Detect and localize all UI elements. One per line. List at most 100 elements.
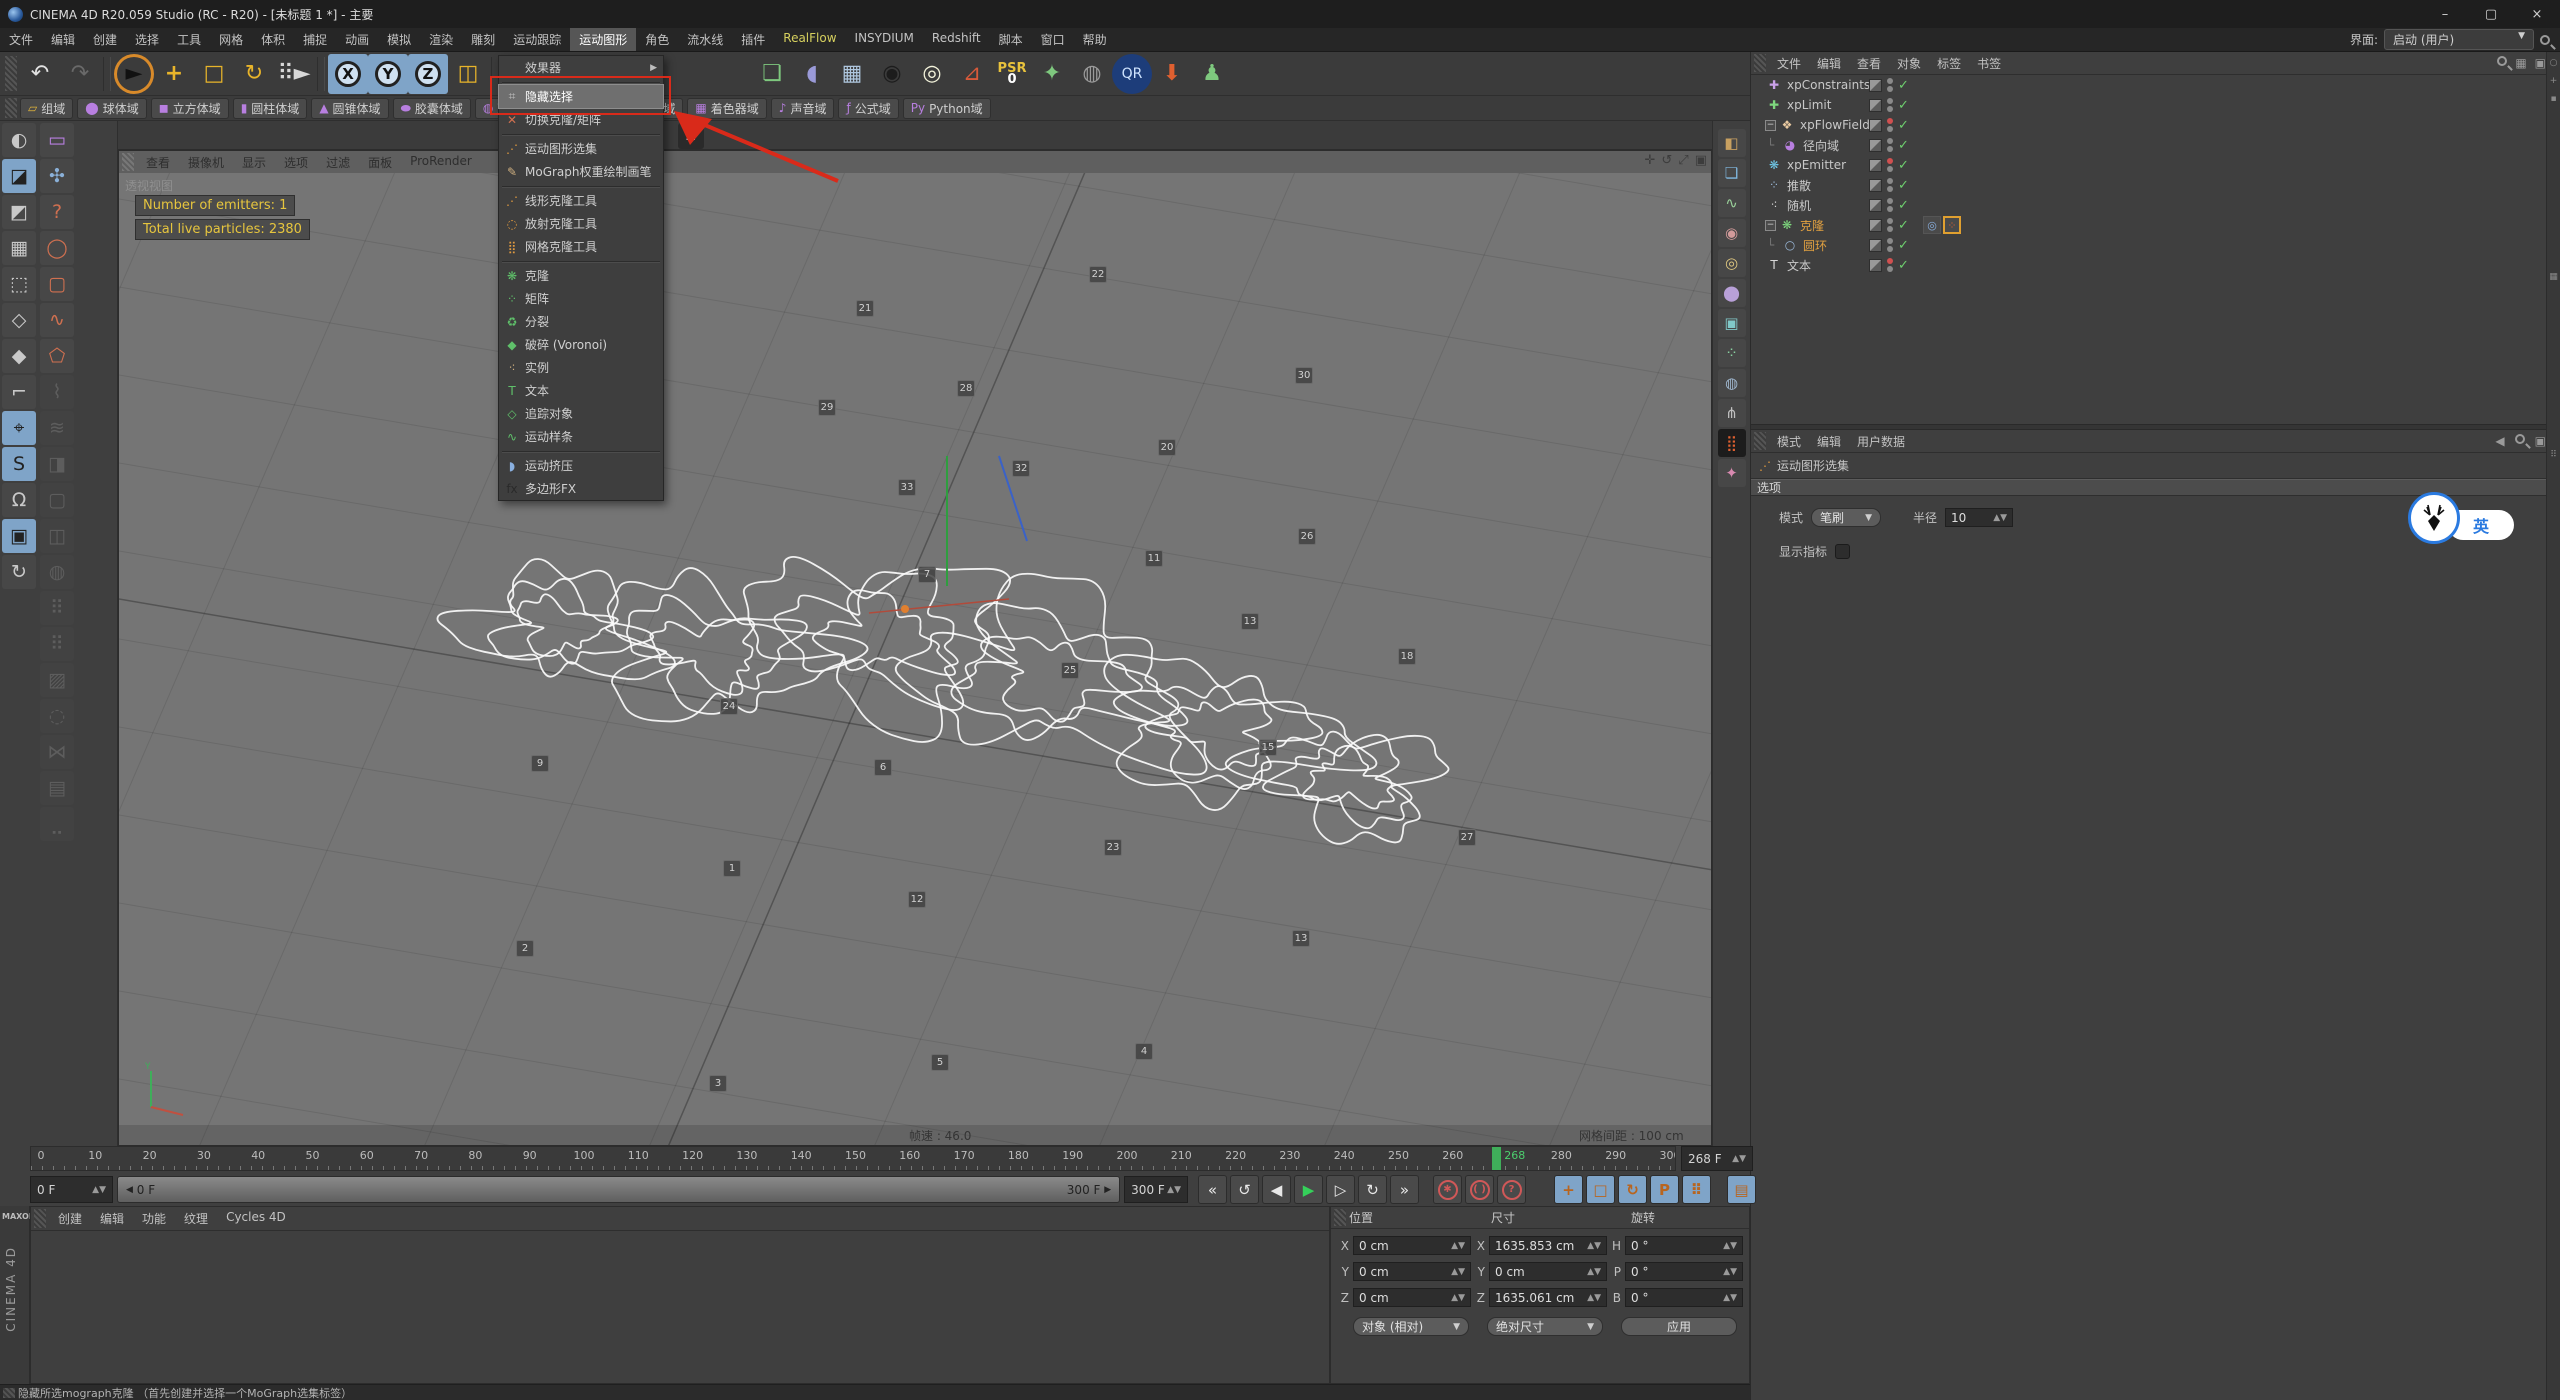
size-X-input[interactable]: 1635.853 cm▲▼ (1489, 1236, 1607, 1255)
object-row-克隆[interactable]: −❋克隆✓◎⁘ (1751, 215, 2560, 235)
object-row-xpLimit[interactable]: ✚xpLimit✓ (1751, 95, 2560, 115)
camera-icon[interactable]: ◉ (872, 54, 912, 94)
menu-radial-clone-tool[interactable]: ◌放射克隆工具 (499, 212, 663, 235)
viewport-menu-过滤[interactable]: 过滤 (317, 151, 359, 174)
keyframe-options-button[interactable]: ? (1497, 1175, 1526, 1204)
snap-magnet-icon[interactable]: Ω (2, 483, 36, 517)
menu-编辑[interactable]: 编辑 (42, 28, 84, 51)
enabled-check-icon[interactable]: ✓ (1898, 78, 1909, 93)
position-Y-input[interactable]: 0 cm▲▼ (1353, 1262, 1471, 1281)
sphere-field-button[interactable]: ⬤球体域 (77, 98, 146, 119)
om-menu-标签[interactable]: 标签 (1929, 52, 1969, 75)
object-row-圆环[interactable]: └○圆环✓ (1751, 235, 2560, 255)
scale-icon[interactable]: □ (194, 54, 234, 94)
record-keyframe-button[interactable]: ✱ (1433, 1175, 1462, 1204)
layer-icon[interactable] (1869, 259, 1882, 272)
menu-插件[interactable]: 插件 (732, 28, 774, 51)
am-search-icon[interactable] (2515, 434, 2525, 444)
coord-system-icon[interactable]: ◫ (448, 54, 488, 94)
fieldsbar-grip[interactable] (5, 98, 17, 117)
menu-matrix[interactable]: ⁘矩阵 (499, 287, 663, 310)
rotate-icon[interactable]: ↻ (234, 54, 274, 94)
menu-moextrude[interactable]: ◗运动挤压 (499, 454, 663, 477)
viewport-menu-查看[interactable]: 查看 (137, 151, 179, 174)
menu-tracer[interactable]: ◇追踪对象 (499, 402, 663, 425)
viewport-corner-icon-0[interactable]: ✛ (1644, 153, 1655, 168)
mode-dropdown[interactable]: 笔刷▼ (1811, 508, 1881, 527)
menu-角色[interactable]: 角色 (636, 28, 678, 51)
object-row-文本[interactable]: T文本✓ (1751, 255, 2560, 275)
mesh-tool-1-icon[interactable]: ⌇ (40, 375, 74, 409)
visibility-dot-render[interactable] (1887, 86, 1893, 92)
expander-icon[interactable]: − (1765, 220, 1776, 231)
viewport-corner-icon-1[interactable]: ↺ (1661, 153, 1672, 168)
palette-dynamics-icon[interactable]: ◍ (1718, 369, 1746, 397)
am-menu-模式[interactable]: 模式 (1769, 430, 1809, 453)
menu-网格[interactable]: 网格 (210, 28, 252, 51)
environment-floor-icon[interactable]: ▦ (832, 54, 872, 94)
points-mode-icon[interactable]: ⬚ (2, 267, 36, 301)
viewport-corner-icon-2[interactable]: ⤢ (1678, 153, 1688, 168)
position-Z-input[interactable]: 0 cm▲▼ (1353, 1288, 1471, 1307)
preview-range-slider[interactable]: ◀ 0 F300 F ▶ (117, 1176, 1120, 1203)
menu-帮助[interactable]: 帮助 (1074, 28, 1116, 51)
palette-mograph-icon[interactable]: ⁘ (1718, 339, 1746, 367)
visibility-dot-editor[interactable] (1887, 158, 1893, 164)
axis-mode-icon[interactable]: ⌐ (2, 375, 36, 409)
menu-polyfx[interactable]: fx多边形FX (499, 477, 663, 500)
goto-end-button[interactable]: » (1390, 1175, 1419, 1204)
position-X-input[interactable]: 0 cm▲▼ (1353, 1236, 1471, 1255)
geodesic-sphere-icon[interactable]: ◍ (1072, 54, 1112, 94)
layer-icon[interactable] (1869, 239, 1882, 252)
move-all-icon[interactable]: ✣ (40, 159, 74, 193)
strip-plus-icon[interactable]: + (2550, 76, 2558, 86)
visibility-dot-render[interactable] (1887, 166, 1893, 172)
size-Z-input[interactable]: 1635.061 cm▲▼ (1489, 1288, 1607, 1307)
object-row-xpConstraints[interactable]: ✚xpConstraints✓ (1751, 75, 2560, 95)
apply-button[interactable]: 应用 (1621, 1317, 1737, 1336)
size-mode-dropdown[interactable]: 绝对尺寸▼ (1487, 1317, 1603, 1336)
timeline-ruler[interactable]: 0102030405060708090100110120130140150160… (30, 1146, 1676, 1171)
menu-窗口[interactable]: 窗口 (1032, 28, 1074, 51)
om-search-icon[interactable] (2497, 56, 2507, 66)
last-tool-icon[interactable]: ⠿► (274, 54, 314, 94)
rotation-B-input[interactable]: 0 °▲▼ (1625, 1288, 1743, 1307)
viewport-menu-面板[interactable]: 面板 (359, 151, 401, 174)
question-select-icon[interactable]: ? (40, 195, 74, 229)
om-grip[interactable] (1754, 54, 1766, 72)
deformer-bend-icon[interactable]: ◖ (792, 54, 832, 94)
object-row-径向域[interactable]: └◕径向域✓ (1751, 135, 2560, 155)
timeline-window-button[interactable]: ▤ (1727, 1175, 1756, 1204)
palette-tag-icon[interactable]: ▣ (1718, 309, 1746, 337)
live-selection-icon[interactable]: ► (114, 54, 154, 94)
search-icon[interactable] (2540, 35, 2550, 45)
mesh-tool-5-icon[interactable]: ◫ (40, 519, 74, 553)
visibility-dot-editor[interactable] (1887, 198, 1893, 204)
menu-动画[interactable]: 动画 (336, 28, 378, 51)
coordinates-icon[interactable]: ⊿ (952, 54, 992, 94)
move-icon[interactable]: + (154, 54, 194, 94)
object-row-xpEmitter[interactable]: ❋xpEmitter✓ (1751, 155, 2560, 175)
lasso-select-icon[interactable]: ∿ (40, 303, 74, 337)
menu-voronoi-fracture[interactable]: ◆破碎 (Voronoi) (499, 333, 663, 356)
om-menu-编辑[interactable]: 编辑 (1809, 52, 1849, 75)
om-lock-icon[interactable]: ▣ (2535, 56, 2546, 70)
visibility-dot-render[interactable] (1887, 126, 1893, 132)
play-forward-button[interactable]: ▶ (1294, 1175, 1323, 1204)
key-rotation-button[interactable]: ↻ (1618, 1175, 1647, 1204)
menu-体积[interactable]: 体积 (252, 28, 294, 51)
workplane-mode-icon[interactable]: ▦ (2, 231, 36, 265)
soft-selection-icon[interactable]: S (2, 447, 36, 481)
layer-icon[interactable] (1869, 199, 1882, 212)
om-menu-文件[interactable]: 文件 (1769, 52, 1809, 75)
menu-cloner[interactable]: ❋克隆 (499, 264, 663, 287)
menu-instance[interactable]: ⁖实例 (499, 356, 663, 379)
toolbar-grip[interactable] (5, 56, 17, 90)
dots-grid-1-icon[interactable]: ⠿ (40, 591, 74, 625)
menu-创建[interactable]: 创建 (84, 28, 126, 51)
layer-icon[interactable] (1869, 179, 1882, 192)
strip-lock-icon[interactable]: ▪ (2550, 94, 2556, 104)
visibility-dot-editor[interactable] (1887, 238, 1893, 244)
am-lock-icon[interactable]: ▣ (2535, 434, 2546, 448)
visibility-dot-render[interactable] (1887, 186, 1893, 192)
